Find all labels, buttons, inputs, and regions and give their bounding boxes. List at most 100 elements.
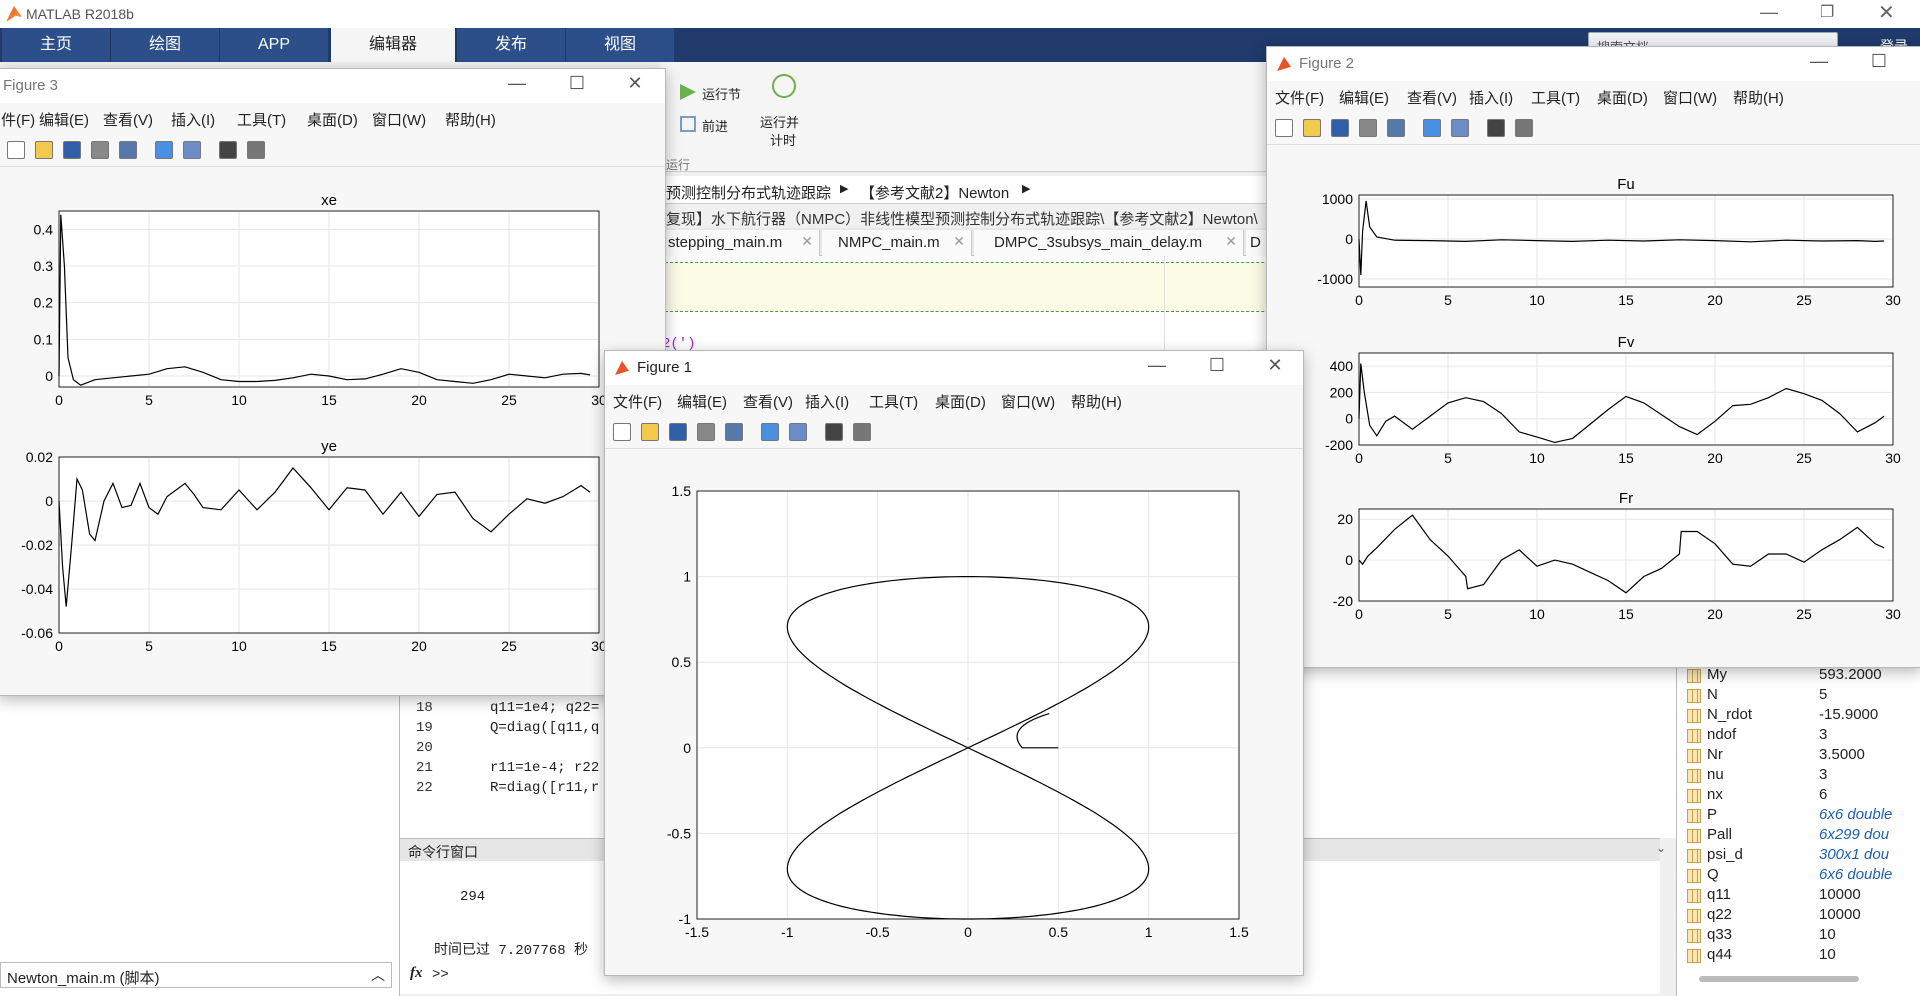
property-editor-icon[interactable] — [853, 423, 871, 441]
menu-help[interactable]: 帮助(H) — [1733, 87, 1784, 108]
maximize-icon[interactable]: ☐ — [1205, 355, 1229, 376]
new-figure-icon[interactable] — [613, 423, 631, 441]
menu-view[interactable]: 查看(V) — [1407, 87, 1457, 108]
variable-name[interactable]: N — [1707, 686, 1718, 703]
restore-icon[interactable]: ❐ — [1820, 2, 1834, 22]
link-icon[interactable] — [725, 423, 743, 441]
menu-window[interactable]: 窗口(W) — [1663, 87, 1717, 108]
maximize-icon[interactable]: ☐ — [565, 73, 589, 94]
editor-tab[interactable]: stepping_main.m ✕ — [660, 230, 820, 256]
minimize-icon[interactable]: — — [1760, 2, 1778, 23]
variable-name[interactable]: ndof — [1707, 726, 1736, 743]
workspace-scrollbar[interactable] — [1699, 976, 1859, 982]
breadcrumb-item[interactable]: 【参考文献2】Newton — [860, 182, 1009, 203]
advance-button[interactable]: 前进 — [680, 114, 760, 136]
chevron-down-icon[interactable]: ⌄ — [1656, 841, 1666, 855]
variable-name[interactable]: Pall — [1707, 826, 1732, 843]
tab-publish[interactable]: 发布 — [457, 28, 565, 62]
pointer-icon[interactable] — [825, 423, 843, 441]
variable-name[interactable]: nx — [1707, 786, 1723, 803]
print-icon[interactable] — [697, 423, 715, 441]
tab-view[interactable]: 视图 — [566, 28, 674, 62]
variable-name[interactable]: q22 — [1707, 906, 1732, 923]
menu-window[interactable]: 窗口(W) — [1001, 391, 1055, 412]
close-tab-icon[interactable]: ✕ — [953, 233, 965, 250]
menu-desktop[interactable]: 桌面(D) — [1597, 87, 1648, 108]
save-icon[interactable] — [1331, 119, 1349, 137]
property-editor-icon[interactable] — [247, 141, 265, 159]
breadcrumb-item[interactable]: 预测控制分布式轨迹跟踪 — [666, 182, 831, 203]
close-icon[interactable]: ✕ — [1263, 355, 1287, 376]
property-editor-icon[interactable] — [1515, 119, 1533, 137]
variable-name[interactable]: nu — [1707, 766, 1724, 783]
legend-icon[interactable] — [1451, 119, 1469, 137]
chevron-up-icon[interactable]: ︿ — [371, 965, 385, 985]
figure2-window[interactable]: Figure 2 — ☐ 文件(F) 编辑(E) 查看(V) 插入(I) 工具(T) 桌面(… — [1266, 46, 1920, 668]
menu-file[interactable]: 文件(F) — [613, 391, 662, 412]
open-file-icon[interactable] — [641, 423, 659, 441]
current-file-bar[interactable]: Newton_main.m (脚本) ︿ — [0, 962, 392, 988]
menu-view[interactable]: 查看(V) — [103, 109, 153, 130]
tab-home[interactable]: 主页 — [2, 28, 110, 62]
variable-name[interactable]: psi_d — [1707, 846, 1743, 863]
print-icon[interactable] — [91, 141, 109, 159]
editor-tab[interactable]: NMPC_main.m ✕ — [822, 230, 972, 256]
legend-icon[interactable] — [183, 141, 201, 159]
close-icon[interactable]: ✕ — [623, 73, 647, 94]
variable-name[interactable]: q44 — [1707, 946, 1732, 963]
menu-tools[interactable]: 工具(T) — [237, 109, 286, 130]
close-tab-icon[interactable]: ✕ — [1225, 233, 1237, 250]
link-icon[interactable] — [1387, 119, 1405, 137]
menu-edit[interactable]: 编辑(E) — [1339, 87, 1389, 108]
run-and-time-button[interactable]: 运行并 计时 — [760, 70, 810, 150]
menu-edit[interactable]: 编辑(E) — [677, 391, 727, 412]
menu-help[interactable]: 帮助(H) — [445, 109, 496, 130]
menu-tools[interactable]: 工具(T) — [1531, 87, 1580, 108]
maximize-icon[interactable]: ☐ — [1867, 51, 1891, 72]
pointer-icon[interactable] — [219, 141, 237, 159]
new-figure-icon[interactable] — [1275, 119, 1293, 137]
menu-file[interactable]: 件(F) — [1, 109, 35, 130]
link-icon[interactable] — [119, 141, 137, 159]
tab-apps[interactable]: APP — [220, 28, 328, 62]
minimize-icon[interactable]: — — [1145, 355, 1169, 376]
menu-insert[interactable]: 插入(I) — [1469, 87, 1513, 108]
save-icon[interactable] — [669, 423, 687, 441]
minimize-icon[interactable]: — — [1807, 51, 1831, 72]
variable-name[interactable]: Nr — [1707, 746, 1723, 763]
fx-icon[interactable]: fx — [410, 965, 423, 982]
variable-name[interactable]: q33 — [1707, 926, 1732, 943]
close-icon[interactable]: ✕ — [1878, 0, 1895, 25]
pointer-icon[interactable] — [1487, 119, 1505, 137]
menu-tools[interactable]: 工具(T) — [869, 391, 918, 412]
command-prompt[interactable]: >> — [432, 967, 449, 983]
colorbar-icon[interactable] — [155, 141, 173, 159]
minimize-icon[interactable]: — — [505, 73, 529, 94]
menu-desktop[interactable]: 桌面(D) — [307, 109, 358, 130]
menu-file[interactable]: 文件(F) — [1275, 87, 1324, 108]
colorbar-icon[interactable] — [761, 423, 779, 441]
legend-icon[interactable] — [789, 423, 807, 441]
run-section-button[interactable]: 运行节 — [680, 82, 760, 104]
tab-editor[interactable]: 编辑器 — [331, 28, 455, 62]
menu-view[interactable]: 查看(V) — [743, 391, 793, 412]
menu-desktop[interactable]: 桌面(D) — [935, 391, 986, 412]
menu-help[interactable]: 帮助(H) — [1071, 391, 1122, 412]
figure3-window[interactable]: Figure 3 — ☐ ✕ 件(F) 编辑(E) 查看(V) 插入(I) 工具(T) 桌面(… — [0, 68, 666, 696]
new-figure-icon[interactable] — [7, 141, 25, 159]
menu-window[interactable]: 窗口(W) — [372, 109, 426, 130]
menu-insert[interactable]: 插入(I) — [805, 391, 849, 412]
editor-tab[interactable]: D — [1246, 230, 1266, 256]
close-tab-icon[interactable]: ✕ — [801, 233, 813, 250]
editor-tab[interactable]: DMPC_3subsys_main_delay.m ✕ — [974, 230, 1244, 256]
open-file-icon[interactable] — [35, 141, 53, 159]
variable-name[interactable]: q11 — [1707, 886, 1731, 903]
tab-plots[interactable]: 绘图 — [111, 28, 219, 62]
menu-insert[interactable]: 插入(I) — [171, 109, 215, 130]
variable-name[interactable]: Q — [1707, 866, 1719, 883]
variable-name[interactable]: P — [1707, 806, 1717, 823]
variable-name[interactable]: N_rdot — [1707, 706, 1752, 723]
colorbar-icon[interactable] — [1423, 119, 1441, 137]
open-file-icon[interactable] — [1303, 119, 1321, 137]
save-icon[interactable] — [63, 141, 81, 159]
